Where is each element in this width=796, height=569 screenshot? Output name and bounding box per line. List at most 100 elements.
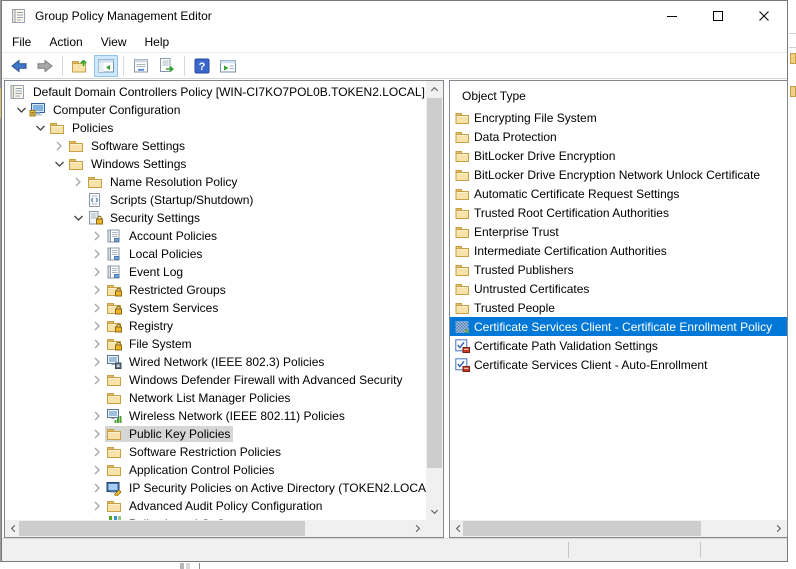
chevron-right-icon[interactable] [89, 282, 105, 298]
list-item[interactable]: Enterprise Trust [450, 222, 787, 241]
properties-button[interactable] [129, 55, 153, 77]
tree-item[interactable]: Computer Configuration [5, 101, 426, 119]
tree-item[interactable]: Name Resolution Policy [5, 173, 426, 191]
tree-item[interactable]: Software Restriction Policies [5, 443, 426, 461]
tree-item[interactable]: IP Security Policies on Active Directory… [5, 479, 426, 497]
status-separator [700, 542, 701, 558]
chevron-right-icon[interactable] [89, 300, 105, 316]
tree-item[interactable]: Software Settings [5, 137, 426, 155]
chevron-right-icon[interactable] [89, 408, 105, 424]
chevron-down-icon[interactable] [70, 210, 86, 226]
chevron-right-icon[interactable] [89, 336, 105, 352]
maximize-button[interactable] [695, 1, 741, 31]
chevron-right-icon[interactable] [89, 354, 105, 370]
list-item[interactable]: Intermediate Certification Authorities [450, 241, 787, 260]
list-item[interactable]: Trusted Publishers [450, 260, 787, 279]
tree-item[interactable]: Local Policies [5, 245, 426, 263]
chevron-right-icon[interactable] [89, 264, 105, 280]
list-item[interactable]: Data Protection [450, 127, 787, 146]
tree-item[interactable]: Windows Settings [5, 155, 426, 173]
folder-icon [455, 282, 470, 296]
chevron-down-icon[interactable] [13, 102, 29, 118]
list-item-label: Automatic Certificate Request Settings [474, 186, 680, 201]
menu-file[interactable]: File [2, 33, 40, 51]
tree-item[interactable]: Advanced Audit Policy Configuration [5, 497, 426, 515]
menu-action[interactable]: Action [40, 33, 91, 51]
list-item-label: Data Protection [474, 129, 557, 144]
column-header-object-type[interactable]: Object Type [462, 89, 526, 103]
scrollbar-corner [426, 520, 443, 537]
tree-item-label: Public Key Policies [129, 427, 231, 441]
title-bar[interactable]: Group Policy Management Editor [2, 1, 787, 31]
tree-item[interactable]: Wireless Network (IEEE 802.11) Policies [5, 407, 426, 425]
chevron-down-icon[interactable] [32, 120, 48, 136]
chevron-right-icon[interactable] [89, 318, 105, 334]
tree-horizontal-scrollbar[interactable] [5, 520, 426, 537]
tree-item[interactable]: Public Key Policies [5, 425, 426, 443]
scroll-right-button[interactable] [409, 520, 426, 537]
minimize-button[interactable] [649, 1, 695, 31]
chevron-right-icon[interactable] [89, 498, 105, 514]
tree-vertical-scrollbar[interactable] [426, 81, 443, 520]
tree-item[interactable]: Account Policies [5, 227, 426, 245]
help-button[interactable]: ? [190, 55, 214, 77]
folder-lock-icon [105, 318, 122, 334]
tree-item[interactable]: File System [5, 335, 426, 353]
list-item[interactable]: Untrusted Certificates [450, 279, 787, 298]
export-list-button[interactable] [155, 55, 179, 77]
scroll-down-button[interactable] [426, 503, 443, 520]
new-window-button[interactable] [216, 55, 240, 77]
chevron-right-icon[interactable] [89, 426, 105, 442]
forward-button[interactable] [33, 55, 57, 77]
chevron-right-icon[interactable] [89, 372, 105, 388]
tree-item[interactable]: Security Settings [5, 209, 426, 227]
scroll-right-button[interactable] [770, 520, 787, 537]
list-hscroll-thumb[interactable] [463, 521, 701, 536]
chevron-right-icon[interactable] [89, 480, 105, 496]
tree-item[interactable]: Registry [5, 317, 426, 335]
chevron-right-icon[interactable] [51, 138, 67, 154]
up-one-level-button[interactable] [68, 55, 92, 77]
list-item[interactable]: Trusted Root Certification Authorities [450, 203, 787, 222]
background-window-sliver-line [789, 47, 796, 48]
tree-item[interactable]: Event Log [5, 263, 426, 281]
list-item[interactable]: Encrypting File System [450, 108, 787, 127]
properties-icon [132, 57, 150, 75]
scroll-up-button[interactable] [426, 81, 443, 98]
tree-item-label: Event Log [129, 265, 184, 279]
tree-item[interactable]: Default Domain Controllers Policy [WIN-C… [5, 83, 426, 101]
chevron-down-icon[interactable] [51, 156, 67, 172]
tree-vscroll-thumb[interactable] [427, 98, 442, 468]
folder-icon [67, 156, 84, 172]
list-item[interactable]: Certificate Services Client - Certificat… [450, 317, 787, 336]
list-item-label: BitLocker Drive Encryption Network Unloc… [474, 167, 761, 182]
list-item[interactable]: Certificate Path Validation Settings [450, 336, 787, 355]
chevron-right-icon[interactable] [89, 246, 105, 262]
tree-item[interactable]: Wired Network (IEEE 802.3) Policies [5, 353, 426, 371]
list-item[interactable]: Certificate Services Client - Auto-Enrol… [450, 355, 787, 374]
list-item[interactable]: Trusted People [450, 298, 787, 317]
tree-item[interactable]: Network List Manager Policies [5, 389, 426, 407]
close-button[interactable] [741, 1, 787, 31]
tree-item[interactable]: Application Control Policies [5, 461, 426, 479]
console-tree-toggle[interactable] [94, 54, 118, 77]
list-item[interactable]: Automatic Certificate Request Settings [450, 184, 787, 203]
list-item[interactable]: BitLocker Drive Encryption Network Unloc… [450, 165, 787, 184]
chevron-right-icon[interactable] [70, 174, 86, 190]
back-button[interactable] [7, 55, 31, 77]
tree-hscroll-thumb[interactable] [19, 521, 305, 536]
chevron-right-icon[interactable] [89, 228, 105, 244]
folder-icon [455, 149, 470, 163]
menu-help[interactable]: Help [136, 33, 179, 51]
tree-item[interactable]: Scripts (Startup/Shutdown) [5, 191, 426, 209]
object-list-pane: Object Type Encrypting File System Data P… [449, 80, 788, 538]
tree-item[interactable]: Policies [5, 119, 426, 137]
menu-view[interactable]: View [92, 33, 136, 51]
tree-item[interactable]: Windows Defender Firewall with Advanced … [5, 371, 426, 389]
list-horizontal-scrollbar[interactable] [450, 520, 787, 537]
tree-item[interactable]: Restricted Groups [5, 281, 426, 299]
chevron-right-icon[interactable] [89, 462, 105, 478]
tree-item[interactable]: System Services [5, 299, 426, 317]
list-item[interactable]: BitLocker Drive Encryption [450, 146, 787, 165]
chevron-right-icon[interactable] [89, 444, 105, 460]
